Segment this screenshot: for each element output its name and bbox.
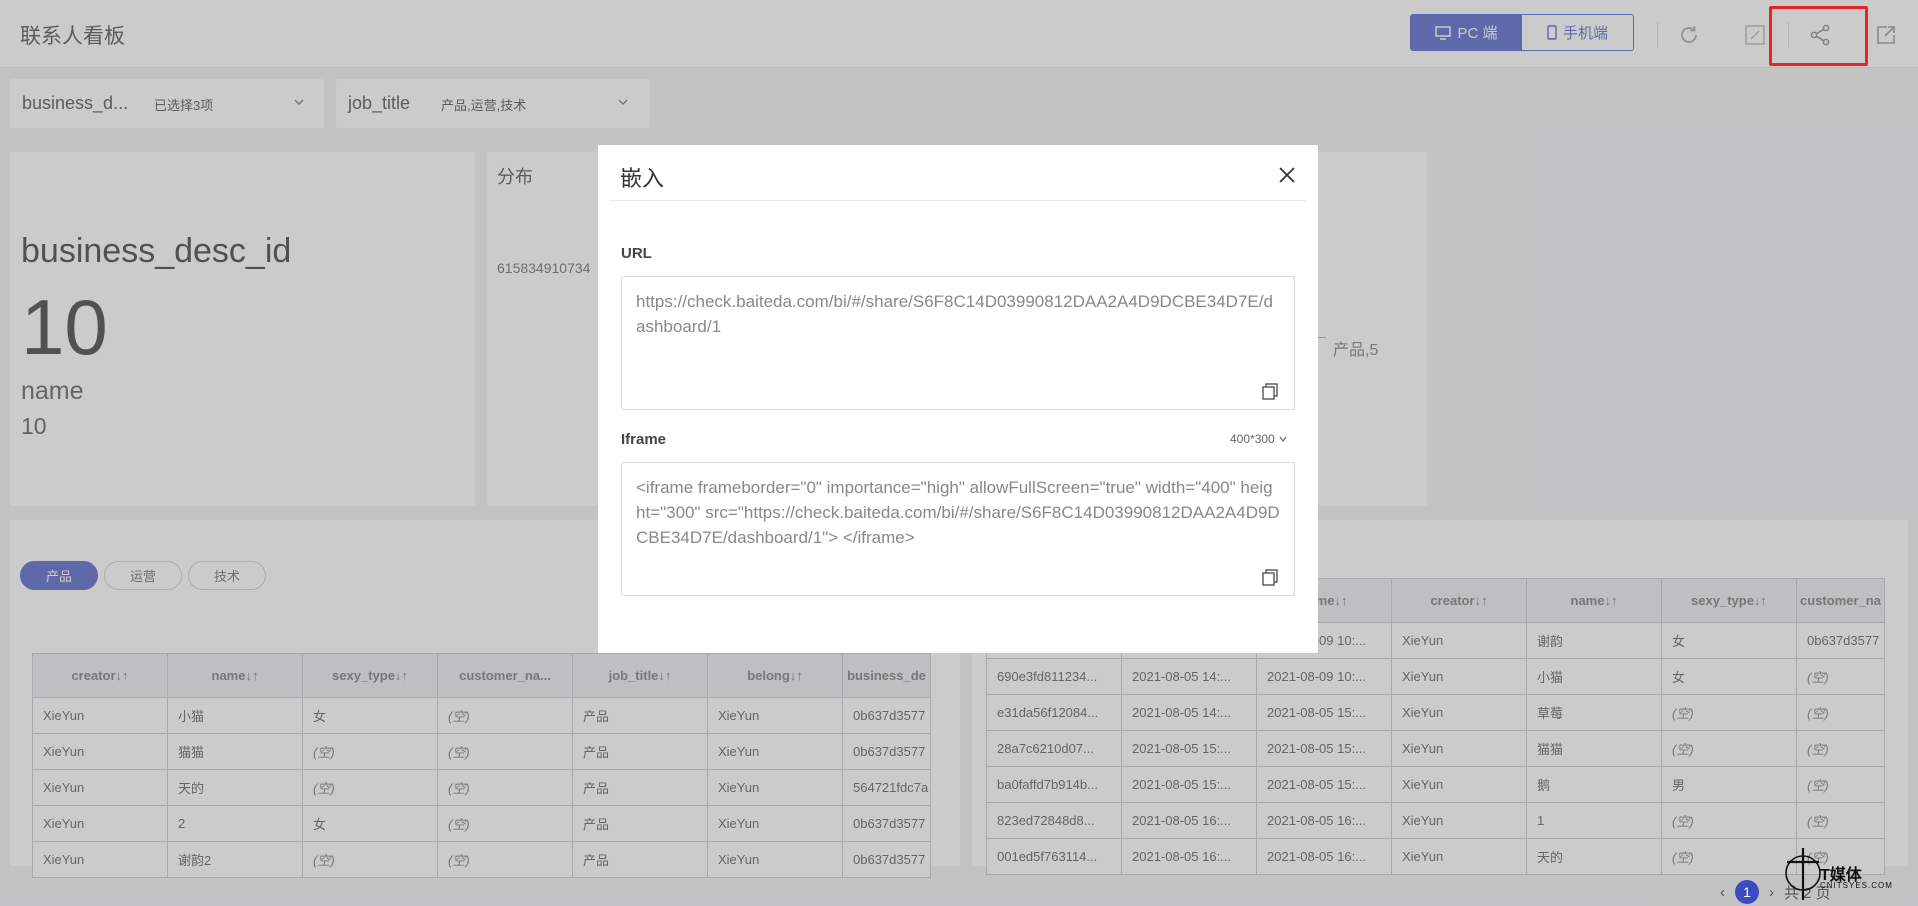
url-field[interactable]: https://check.baiteda.com/bi/#/share/S6F…: [621, 276, 1295, 410]
watermark-mark-icon: [1785, 848, 1821, 900]
embed-dialog: 嵌入 URL https://check.baiteda.com/bi/#/sh…: [598, 145, 1318, 653]
chevron-down-icon: [1279, 436, 1287, 442]
size-value: 400*300: [1230, 432, 1275, 446]
close-icon[interactable]: [1275, 163, 1299, 187]
dialog-divider: [610, 200, 1306, 201]
dialog-title: 嵌入: [620, 166, 665, 191]
copy-icon[interactable]: [1260, 567, 1280, 587]
iframe-label: Iframe: [621, 431, 667, 448]
watermark-subtext: CNITSYES.COM: [1820, 881, 1893, 890]
current-page[interactable]: 1: [1735, 880, 1759, 904]
watermark-logo: T媒体 CNITSYES.COM: [1783, 846, 1918, 906]
next-page-icon[interactable]: ›: [1769, 884, 1774, 901]
share-highlight-box: [1769, 6, 1868, 66]
iframe-size-select[interactable]: 400*300: [1230, 432, 1288, 446]
url-label: URL: [621, 245, 652, 262]
copy-icon[interactable]: [1260, 381, 1280, 401]
prev-page-icon[interactable]: ‹: [1720, 884, 1725, 901]
iframe-code-field[interactable]: <iframe frameborder="0" importance="high…: [621, 462, 1295, 596]
